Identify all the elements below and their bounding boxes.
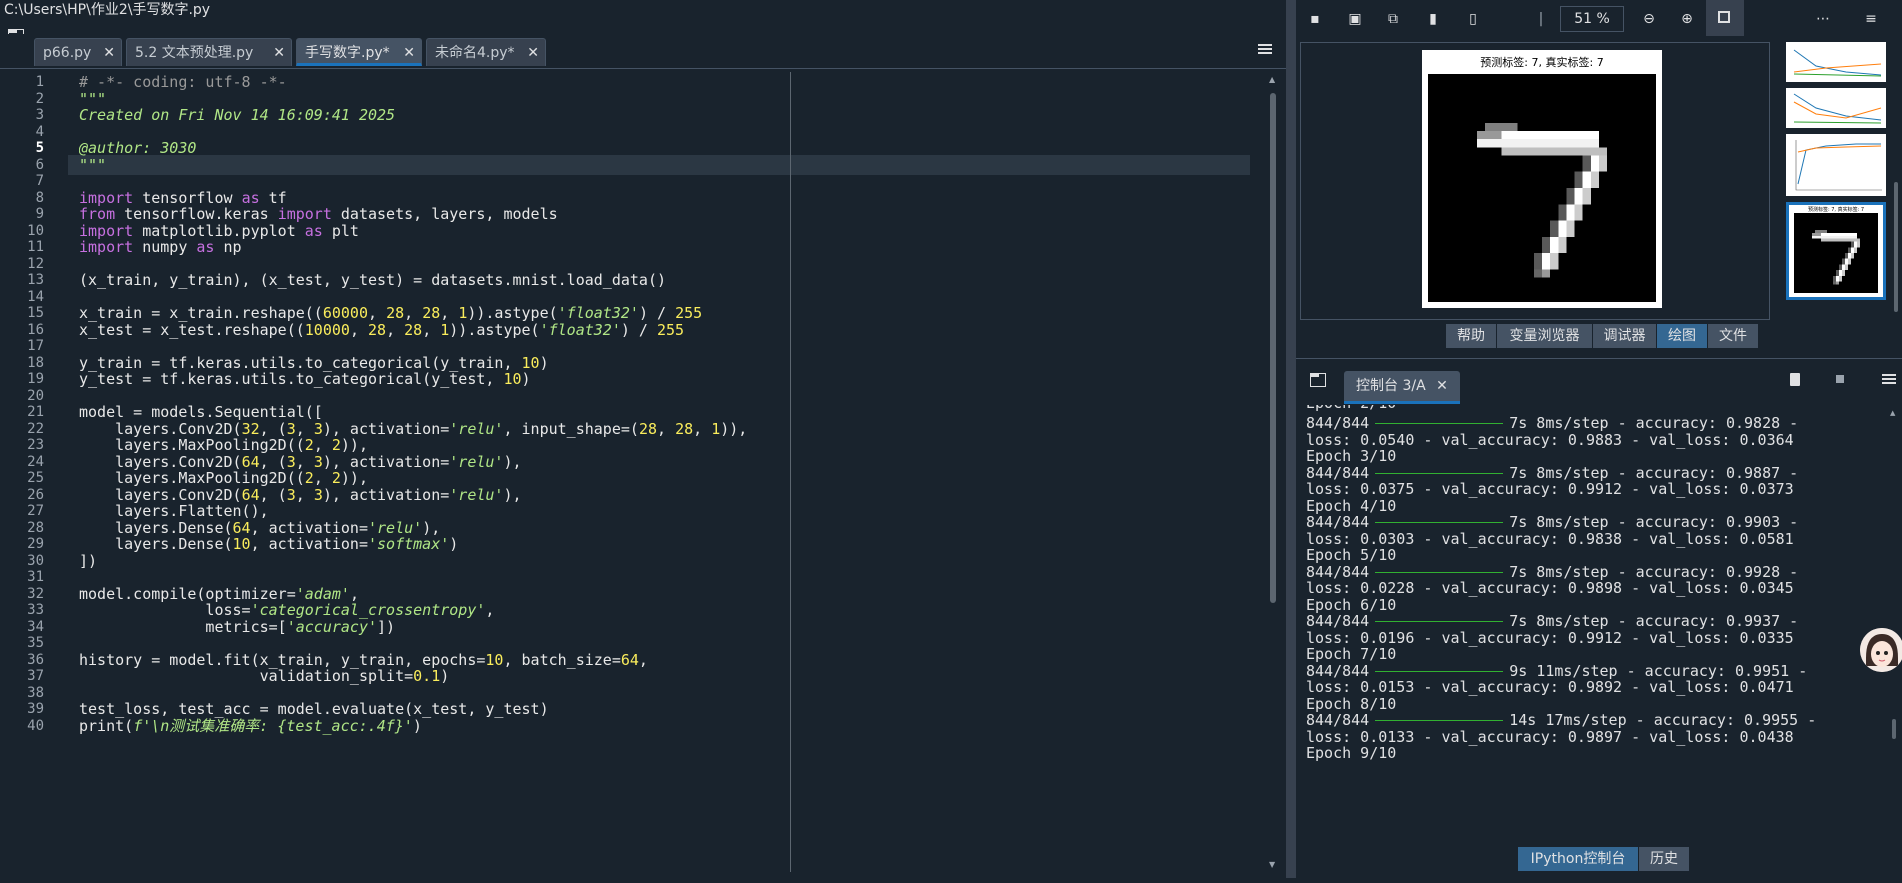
console-line: Epoch 9/10 (1306, 744, 1397, 762)
console-tab[interactable]: 控制台 3/A ✕ (1344, 371, 1460, 404)
progress-bar (1375, 472, 1504, 474)
right-pane: ▪ ▣ ⧉ ▮ ▯ | 51 % ⊖ ⊕ ⋯ ≡ 预测标签: 7, 真实标签: … (1296, 0, 1902, 879)
delete-all-icon[interactable]: ▯ (1464, 10, 1482, 28)
assistant-avatar[interactable] (1860, 628, 1902, 672)
separator-icon: | (1538, 11, 1544, 27)
zoom-out-icon[interactable]: ⊖ (1640, 10, 1658, 28)
code-line[interactable]: """ (79, 155, 106, 175)
tab-help[interactable]: 帮助 (1446, 324, 1497, 348)
tab-history[interactable]: 历史 (1639, 847, 1690, 871)
copy-icon[interactable]: ⧉ (1384, 10, 1402, 28)
console-line-partial: Epoch 2/10 (1306, 405, 1396, 413)
tab-variable-explorer[interactable]: 变量浏览器 (1497, 324, 1593, 348)
scrollbar-thumb[interactable] (1892, 719, 1896, 739)
tab-text-preprocessing[interactable]: 5.2 文本预处理.py ✕ (126, 38, 292, 66)
digit-image (1428, 74, 1656, 302)
line-number-gutter: 1 2 3 4 5 6 7 8 9 10 11 12 13 14 15 16 17 18 19 20 21 22 23 24 2… (0, 72, 58, 883)
progress-bar (1375, 571, 1504, 573)
pane-splitter[interactable] (1286, 0, 1296, 878)
editor-tabbar: p66.py ✕ 5.2 文本预处理.py ✕ 手写数字.py* ✕ 未命名4.… (0, 34, 1286, 69)
thumbnail-plot-2[interactable] (1786, 88, 1886, 128)
plot-title: 预测标签: 7, 真实标签: 7 (1480, 56, 1604, 69)
scrollbar-thumb[interactable] (1894, 182, 1898, 312)
code-line[interactable]: layers.Dense(10, activation='softmax') (79, 534, 458, 554)
digit-figure: 预测标签: 7, 真实标签: 7 (1422, 50, 1662, 308)
code-line[interactable]: print(f'\n测试集准确率: {test_acc:.4f}') (79, 716, 422, 736)
tab-debugger[interactable]: 调试器 (1593, 324, 1657, 348)
progress-bar (1375, 522, 1504, 523)
browse-tabs-icon[interactable] (1310, 373, 1326, 387)
code-line[interactable]: validation_split=0.1) (79, 666, 450, 686)
code-line[interactable]: metrics=['accuracy']) (79, 617, 395, 637)
close-icon[interactable]: ✕ (527, 39, 539, 67)
console-scrollbar[interactable]: ▲ (1890, 409, 1898, 829)
edge-line (790, 72, 791, 872)
tab-label: 5.2 文本预处理.py (135, 45, 254, 61)
tab-ipython-console[interactable]: IPython控制台 (1518, 847, 1639, 871)
tab-plots[interactable]: 绘图 (1657, 324, 1708, 348)
close-icon[interactable]: ✕ (103, 39, 115, 67)
progress-bar (1375, 720, 1504, 721)
tab-untitled4[interactable]: 未命名4.py* ✕ (426, 38, 546, 66)
tab-label: 未命名4.py* (435, 45, 515, 61)
scroll-up-icon[interactable]: ▲ (1269, 75, 1275, 84)
tab-label: p66.py (43, 45, 92, 61)
delete-icon[interactable]: ▮ (1424, 10, 1442, 28)
window-title: C:\Users\HP\作业2\手写数字.py (0, 0, 1286, 20)
close-icon[interactable]: ✕ (403, 39, 415, 67)
thumbnail-plot-4-selected[interactable]: 预测标签: 7, 真实标签: 7 (1786, 202, 1886, 300)
progress-bar (1375, 423, 1504, 424)
code-line[interactable]: # -*- coding: utf-8 -*- (79, 72, 287, 92)
console-output[interactable]: Epoch 2/10 844/8447s 8ms/step - accuracy… (1306, 405, 1866, 835)
plots-toolbar: ▪ ▣ ⧉ ▮ ▯ | 51 % ⊖ ⊕ ⋯ ≡ (1296, 0, 1902, 38)
scrollbar-thumb[interactable] (1270, 93, 1276, 603)
console-tabbar: 控制台 3/A ✕ (1296, 359, 1902, 404)
code-line[interactable]: ]) (79, 551, 97, 571)
code-line[interactable]: y_test = tf.keras.utils.to_categorical(y… (79, 369, 531, 389)
ipython-console-pane: 控制台 3/A ✕ Epoch 2/10 844/8447s 8ms/step … (1296, 358, 1902, 879)
code-line[interactable]: Created on Fri Nov 14 16:09:41 2025 (79, 105, 395, 125)
editor-pane: p66.py ✕ 5.2 文本预处理.py ✕ 手写数字.py* ✕ 未命名4.… (0, 20, 1286, 883)
close-icon[interactable]: ✕ (1436, 378, 1448, 394)
line-number: 40 (27, 717, 44, 734)
editor-scrollbar[interactable]: ▲ ▼ (1268, 75, 1278, 869)
stop-icon[interactable] (1836, 375, 1844, 383)
tab-handwritten-digits[interactable]: 手写数字.py* ✕ (296, 38, 422, 66)
code-editor[interactable]: 1 2 3 4 5 6 7 8 9 10 11 12 13 14 15 16 17 18 19 20 21 22 23 24 2… (0, 72, 1286, 883)
zoom-in-icon[interactable]: ⊕ (1678, 10, 1696, 28)
more-options-icon[interactable]: ⋯ (1814, 10, 1832, 28)
code-line[interactable]: (x_train, y_train), (x_test, y_test) = d… (79, 270, 666, 290)
scroll-up-icon[interactable]: ▲ (1890, 409, 1895, 417)
console-tab-label: 控制台 3/A (1356, 378, 1426, 394)
progress-bar (1375, 621, 1504, 622)
code-text[interactable]: # -*- coding: utf-8 -*- """ Created on Fri… (79, 72, 1249, 883)
thumbnail-plot-3[interactable] (1786, 134, 1886, 196)
progress-bar (1375, 670, 1504, 672)
plot-thumbnails: 预测标签: 7, 真实标签: 7 (1786, 42, 1890, 318)
thumbnail-title: 预测标签: 7, 真实标签: 7 (1807, 207, 1865, 213)
thumbnail-plot-1[interactable] (1786, 42, 1886, 82)
fit-plot-icon[interactable] (1706, 0, 1744, 36)
code-line[interactable]: x_test = x_test.reshape((10000, 28, 28, … (79, 320, 684, 340)
close-icon[interactable]: ✕ (273, 39, 285, 67)
options-menu-icon[interactable] (1882, 373, 1896, 385)
options-menu-icon[interactable]: ≡ (1862, 10, 1880, 28)
pane-tabbar: 帮助 变量浏览器 调试器 绘图 文件 (1296, 324, 1902, 350)
code-line[interactable]: import numpy as np (79, 237, 242, 257)
thumbnail-scrollbar[interactable] (1892, 42, 1900, 318)
save-icon[interactable]: ▪ (1306, 10, 1324, 28)
scroll-down-icon[interactable]: ▼ (1269, 860, 1275, 869)
tab-files[interactable]: 文件 (1708, 324, 1759, 348)
plot-viewer[interactable]: 预测标签: 7, 真实标签: 7 (1300, 42, 1770, 320)
tab-label: 手写数字.py* (305, 45, 390, 61)
options-menu-icon[interactable] (1258, 42, 1274, 56)
tab-p66[interactable]: p66.py ✕ (34, 38, 122, 66)
zoom-level-field[interactable]: 51 % (1560, 6, 1624, 32)
remove-all-variables-icon[interactable] (1790, 373, 1800, 386)
save-all-icon[interactable]: ▣ (1346, 10, 1364, 28)
